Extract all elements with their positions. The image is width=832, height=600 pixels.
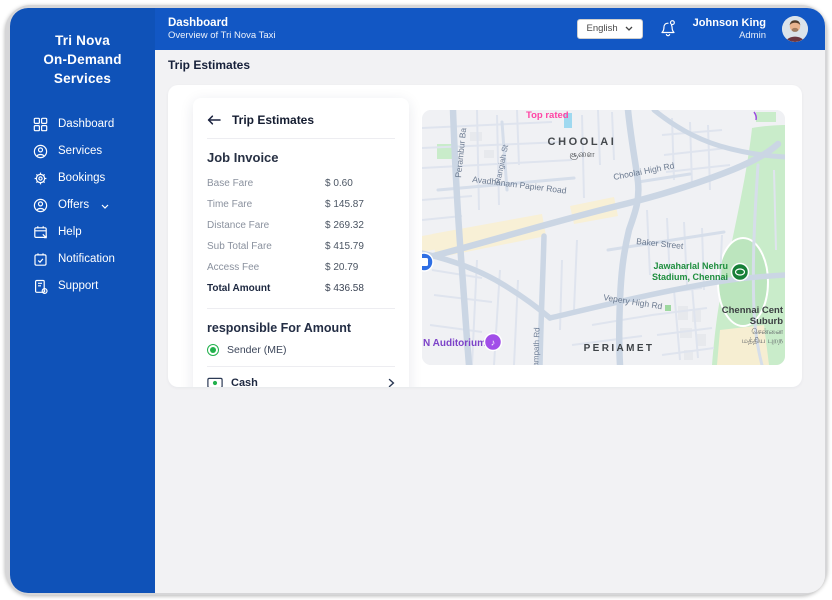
screenshot: Tri Nova On-Demand Services Dashboard Se… [0, 0, 832, 600]
map-label-chennai-central-line1: Chennai Cent [722, 305, 784, 316]
payment-method-label: Cash [231, 377, 258, 387]
invoice-total-row: Total Amount $ 436.58 [207, 278, 395, 299]
map-label-chennai-central-tamil1: சென்னை [751, 327, 783, 336]
user-name: Johnson King [692, 16, 766, 29]
sidebar-item-bookings[interactable]: Bookings [33, 165, 155, 192]
music-venue-marker-icon[interactable]: ♪ [483, 332, 503, 352]
sidebar-item-label: Offers [58, 199, 90, 212]
avatar[interactable] [782, 15, 808, 42]
cash-icon [207, 377, 223, 387]
user-role: Admin [739, 29, 766, 41]
invoice-total-label: Total Amount [207, 283, 271, 294]
invoice-label: Base Fare [207, 178, 254, 189]
payment-method-row[interactable]: Cash [193, 367, 409, 387]
invoice-label: Access Fee [207, 262, 260, 273]
map-label-sampath-rd: Sampath Rd [531, 327, 542, 365]
top-bar: Dashboard Overview of Tri Nova Taxi Engl… [155, 8, 825, 50]
invoice-value: $ 145.87 [325, 199, 364, 210]
support-book-icon [34, 279, 48, 294]
map-label-choolai: CHOOLAI [548, 136, 617, 148]
trip-estimates-panel: Trip Estimates Job Invoice Base Fare $ 0.… [193, 98, 409, 387]
map-label-periamet: PERIAMET [584, 343, 655, 354]
sidebar: Tri Nova On-Demand Services Dashboard Se… [10, 8, 155, 593]
invoice-row: Sub Total Fare $ 415.79 [207, 236, 395, 257]
sidebar-item-label: Help [58, 226, 82, 239]
panel-title: Trip Estimates [232, 113, 315, 127]
invoice-value: $ 0.60 [325, 178, 353, 189]
sidebar-item-help[interactable]: Help [33, 219, 155, 246]
sidebar-item-services[interactable]: Services [33, 138, 155, 165]
app-window: Tri Nova On-Demand Services Dashboard Se… [10, 8, 825, 593]
invoice-value: $ 20.79 [325, 262, 359, 273]
map-label-stadium-line1: Jawaharlal Nehru [653, 261, 728, 271]
invoice-row: Base Fare $ 0.60 [207, 173, 395, 194]
user-meta: Johnson King Admin [693, 16, 766, 43]
payer-option-label: Sender (ME) [227, 344, 287, 356]
page-title: Trip Estimates [168, 58, 251, 72]
main-area: Dashboard Overview of Tri Nova Taxi Engl… [155, 8, 825, 593]
sidebar-item-label: Support [58, 280, 99, 293]
transit-marker-icon[interactable] [422, 252, 434, 272]
sidebar-item-dashboard[interactable]: Dashboard [33, 111, 155, 138]
content-area: Trip Estimates Trip Estimates Job Invoic [155, 50, 825, 593]
chevron-right-icon [388, 378, 395, 387]
invoice-value: $ 269.32 [325, 220, 364, 231]
sidebar-item-offers[interactable]: Offers [33, 192, 155, 219]
sidebar-item-label: Services [58, 145, 103, 158]
user-circle-icon [33, 144, 48, 158]
trip-estimates-card: Trip Estimates Job Invoice Base Fare $ 0.… [168, 85, 802, 387]
invoice-label: Time Fare [207, 199, 253, 210]
map-label-auditorium: N Auditorium [423, 338, 486, 349]
map-label-stadium-line2: Stadium, Chennai [652, 272, 728, 282]
sidebar-item-label: Dashboard [58, 118, 115, 131]
gear-icon [34, 172, 47, 185]
invoice-row: Distance Fare $ 269.32 [207, 215, 395, 236]
brand-title: Tri Nova On-Demand Services [43, 33, 122, 86]
map-park-small [756, 112, 776, 122]
map[interactable]: Top rated Perambur Ba Rangiah St CHOOLAI… [422, 110, 785, 365]
map-park-dot [665, 305, 671, 311]
calendar-check-icon [34, 253, 47, 266]
notification-bell-icon[interactable] [659, 19, 677, 38]
language-value: English [586, 23, 618, 35]
map-label-top-rated: Top rated [526, 110, 569, 121]
invoice-label: Sub Total Fare [207, 241, 272, 252]
invoice-label: Distance Fare [207, 220, 270, 231]
map-label-chennai-central-line2: Suburb [750, 316, 783, 327]
header-titles: Dashboard Overview of Tri Nova Taxi [168, 16, 276, 42]
radio-selected-icon [207, 344, 219, 356]
arrow-left-icon [207, 115, 221, 125]
invoice-row: Access Fee $ 20.79 [207, 257, 395, 278]
map-label-chennai-central-tamil2: மத்திய புறந [742, 336, 783, 345]
payer-option-sender[interactable]: Sender (ME) [207, 344, 395, 366]
user-circle-icon [33, 198, 48, 212]
invoice-heading: Job Invoice [207, 150, 279, 165]
svg-text:♪: ♪ [491, 338, 496, 348]
stadium-marker-icon[interactable] [730, 262, 750, 282]
back-button[interactable] [207, 115, 221, 125]
chevron-down-icon [101, 204, 109, 209]
header-subtitle: Overview of Tri Nova Taxi [168, 30, 276, 42]
header-title: Dashboard [168, 16, 229, 29]
dashboard-grid-icon [33, 117, 48, 131]
responsible-heading: responsible For Amount [207, 321, 351, 335]
sidebar-nav: Dashboard Services Bookings Offers Help … [10, 107, 155, 300]
chevron-down-icon [625, 27, 633, 32]
invoice-total-value: $ 436.58 [325, 283, 364, 294]
invoice-value: $ 415.79 [325, 241, 364, 252]
calendar-pen-icon [34, 225, 47, 238]
invoice-row: Time Fare $ 145.87 [207, 194, 395, 215]
sidebar-item-support[interactable]: Support [33, 273, 155, 300]
sidebar-item-notification[interactable]: Notification [33, 246, 155, 273]
map-label-choolai-tamil: சூளை [569, 149, 595, 160]
sidebar-item-label: Notification [58, 253, 115, 266]
sidebar-item-label: Bookings [58, 172, 106, 185]
language-selector[interactable]: English [576, 18, 643, 39]
